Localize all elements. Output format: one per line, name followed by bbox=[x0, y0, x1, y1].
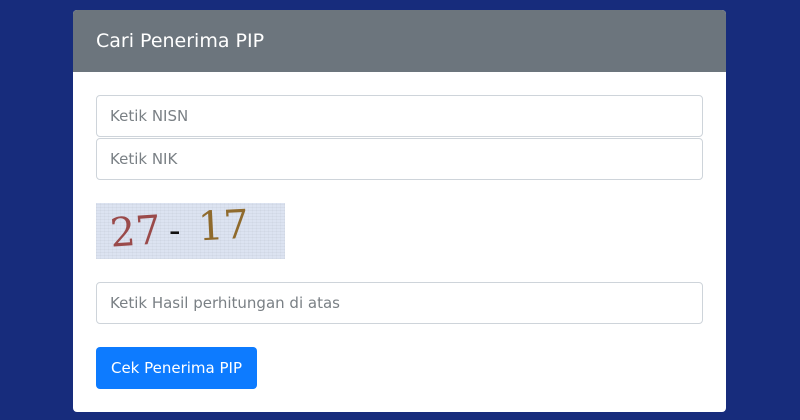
search-card: Cari Penerima PIP Ketik NISN Ketik NIK 2… bbox=[73, 10, 726, 412]
captcha-answer-input[interactable]: Ketik Hasil perhitungan di atas bbox=[96, 282, 703, 324]
nik-placeholder: Ketik NIK bbox=[110, 150, 178, 168]
captcha-left-number: 27 bbox=[108, 207, 163, 257]
captcha-right-number: 17 bbox=[196, 201, 251, 251]
captcha-answer-placeholder: Ketik Hasil perhitungan di atas bbox=[110, 294, 340, 312]
nisn-input[interactable]: Ketik NISN bbox=[96, 95, 703, 137]
captcha-image: 27 - 17 bbox=[96, 201, 285, 259]
card-header: Cari Penerima PIP bbox=[73, 10, 726, 72]
captcha-operator: - bbox=[169, 211, 181, 251]
cek-penerima-button-label: Cek Penerima PIP bbox=[110, 359, 243, 377]
nisn-placeholder: Ketik NISN bbox=[110, 107, 189, 125]
nik-input[interactable]: Ketik NIK bbox=[96, 138, 703, 180]
card-title: Cari Penerima PIP bbox=[96, 30, 265, 52]
cek-penerima-button[interactable]: Cek Penerima PIP bbox=[96, 347, 257, 389]
